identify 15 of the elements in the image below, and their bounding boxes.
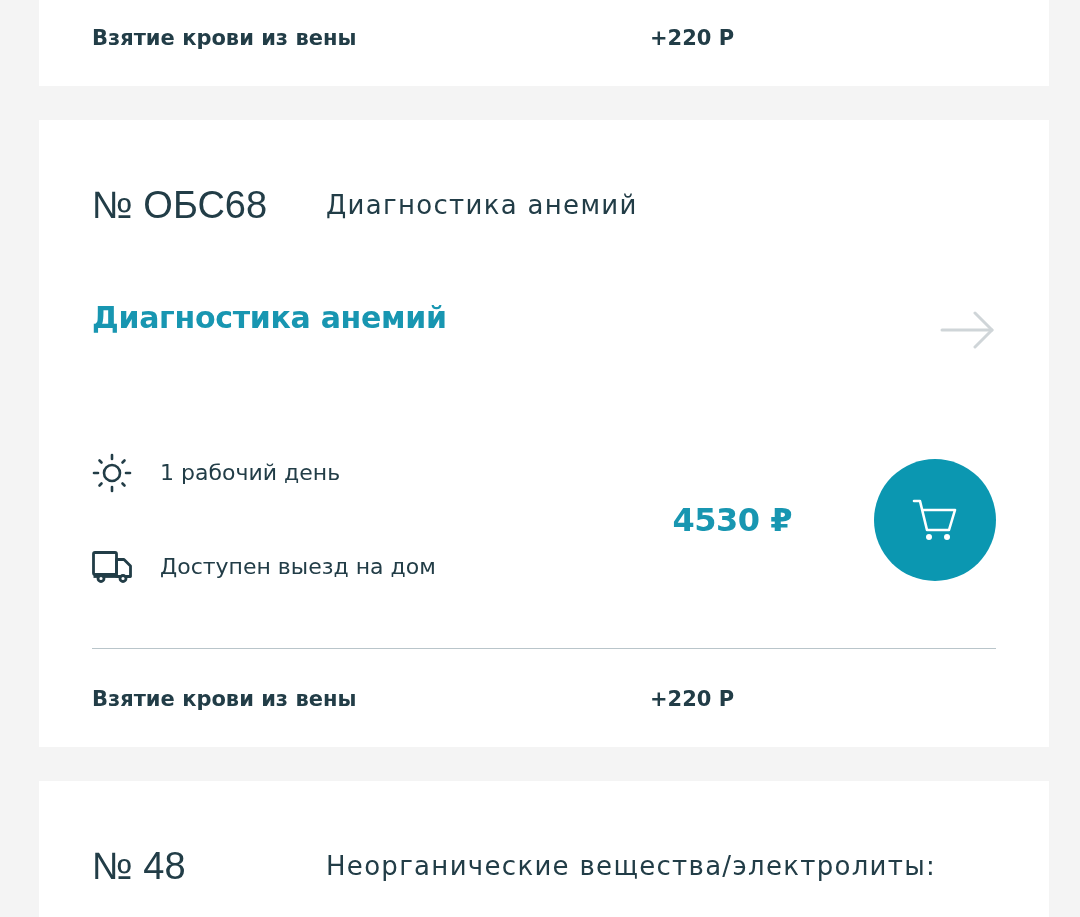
test-category: Неорганические вещества/электролиты:: [326, 850, 937, 883]
sun-icon: [92, 453, 132, 493]
truck-icon: [92, 551, 132, 583]
test-category: Диагностика анемий: [326, 189, 638, 222]
extra-service-label: Взятие крови из вены: [92, 25, 358, 52]
extra-service-price: +220 Р: [650, 686, 735, 713]
test-price: 4530 ₽: [672, 500, 792, 540]
extra-service-price: +220 Р: [650, 25, 735, 52]
cart-icon: [912, 499, 958, 541]
test-number: № 48: [92, 844, 187, 888]
feature-text: Доступен выезд на дом: [160, 553, 436, 581]
extra-service-label: Взятие крови из вены: [92, 686, 358, 713]
feature-text: 1 рабочий день: [160, 459, 341, 487]
test-title-link[interactable]: Диагностика анемий: [92, 297, 447, 339]
test-number: № ОБС68: [92, 183, 269, 227]
